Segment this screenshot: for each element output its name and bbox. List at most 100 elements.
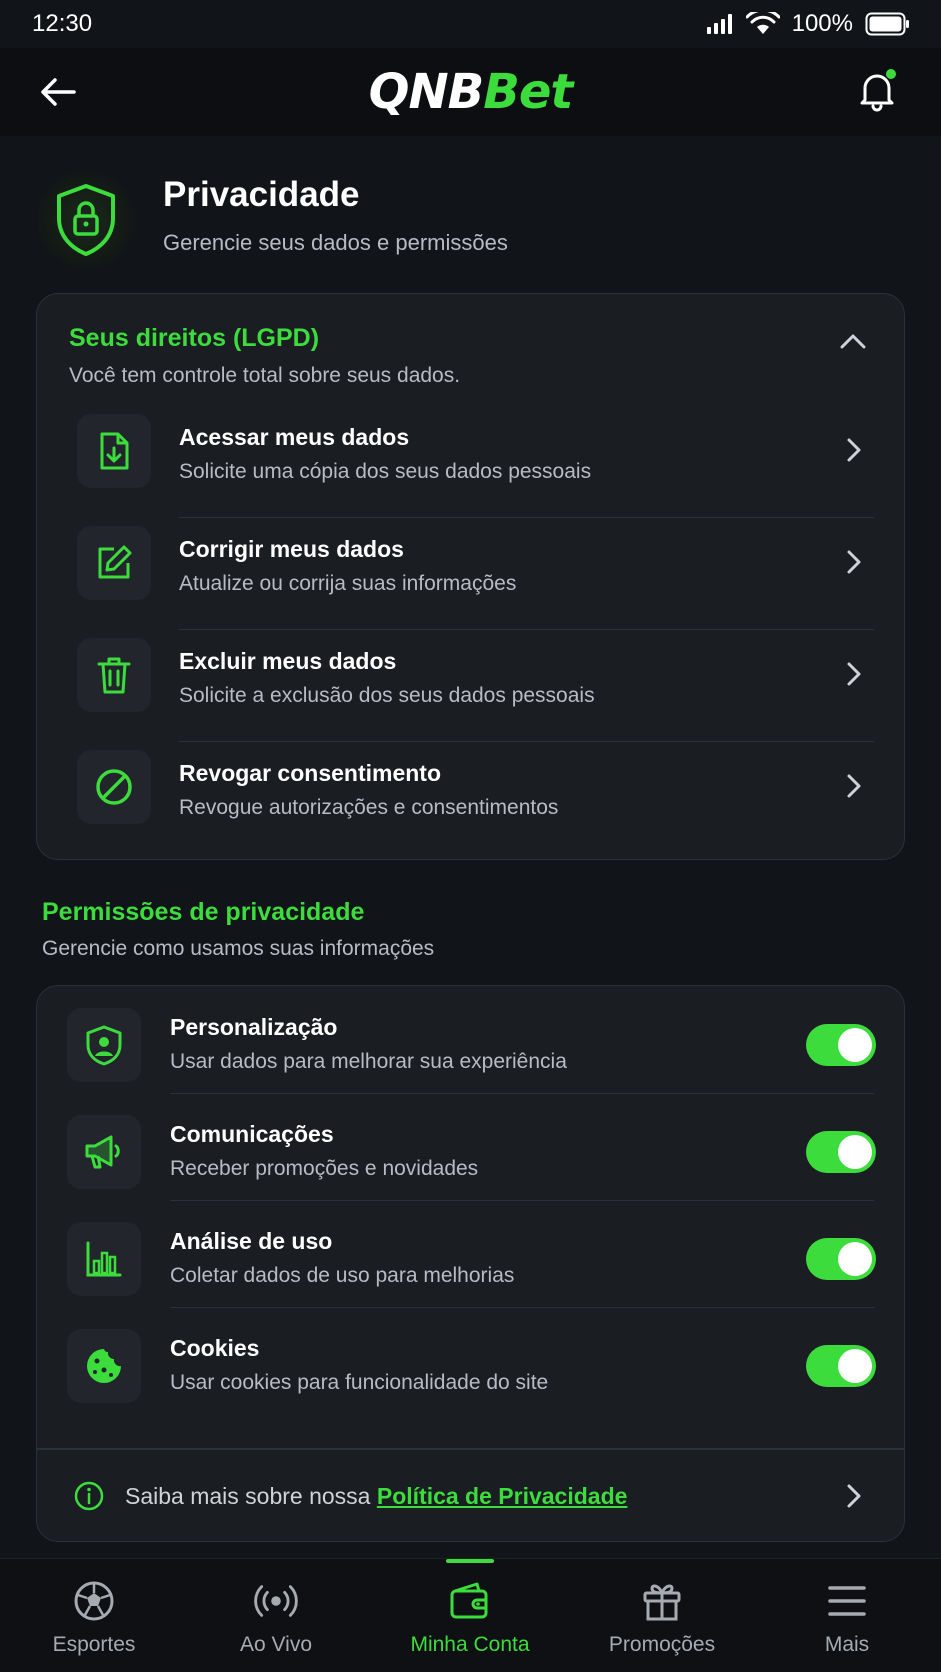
logo-text-left: QNB [368,64,485,120]
permission-title: Cookies [170,1335,260,1361]
page-header: Privacidade Gerencie seus dados e permis… [36,160,906,270]
chevron-right-icon [844,548,864,576]
menu-icon [825,1579,869,1623]
nav-item-esportes[interactable]: Esportes [0,1559,188,1672]
privacy-shield-badge [36,170,136,270]
cookie-icon [87,1349,121,1383]
toggle-knob [838,1349,872,1383]
chevron-up-icon [840,334,866,349]
permission-item-usage-analysis: Análise de uso Coletar dados de uso para… [37,1200,906,1315]
rights-item-title: Corrigir meus dados [179,536,404,562]
permission-item-personalization: Personalização Usar dados para melhorar … [37,986,906,1101]
permission-subtitle: Usar cookies para funcionalidade do site [170,1371,549,1394]
trash-icon [97,657,131,694]
privacy-policy-link[interactable]: Política de Privacidade [377,1483,628,1509]
block-icon [96,769,132,805]
nav-label: Esportes [52,1633,136,1656]
lgpd-rights-card: Seus direitos (LGPD) Você tem controle t… [36,293,905,860]
rights-item-title: Excluir meus dados [179,648,397,674]
rights-item-correct-data[interactable]: Corrigir meus dados Atualize ou corrija … [37,506,906,618]
toggle-knob [838,1242,872,1276]
battery-percentage: 100% [791,10,853,37]
arrow-left-icon [41,78,76,106]
rights-item-subtitle: Solicite a exclusão dos seus dados pesso… [179,684,595,707]
nav-item-mais[interactable]: Mais [753,1559,941,1672]
privacy-policy-row[interactable]: Saiba mais sobre nossa Política de Priva… [37,1450,906,1542]
nav-label: Minha Conta [410,1633,530,1656]
back-button[interactable] [36,70,80,114]
bell-icon [860,69,896,112]
usage-analysis-toggle[interactable] [806,1238,876,1280]
permission-icon-box [67,1115,141,1189]
permission-title: Análise de uso [170,1228,333,1254]
permissions-card: Personalização Usar dados para melhorar … [36,985,905,1542]
permission-title: Comunicações [170,1121,334,1147]
rights-item-subtitle: Atualize ou corrija suas informações [179,572,517,595]
cookies-toggle[interactable] [806,1345,876,1387]
nav-item-minha-conta[interactable]: Minha Conta [376,1559,564,1672]
soccer-ball-icon [72,1579,116,1623]
megaphone-icon [85,1135,120,1169]
file-download-icon [100,432,129,470]
toggle-knob [838,1028,872,1062]
nav-label: Mais [824,1633,870,1656]
toggle-knob [838,1135,872,1169]
rights-item-title: Revogar consentimento [179,760,441,786]
info-icon [73,1480,105,1512]
bottom-navigation: Esportes Ao Vivo Minha Conta Promoções M… [0,1558,941,1672]
permission-icon-box [67,1222,141,1296]
nav-label: Promoções [608,1633,716,1656]
rights-item-title: Acessar meus dados [179,424,410,450]
wallet-icon [448,1579,492,1623]
chevron-right-icon [844,660,864,688]
page-title: Privacidade [163,175,360,214]
status-time: 12:30 [32,10,93,37]
privacy-policy-text: Saiba mais sobre nossa Política de Priva… [125,1483,627,1510]
rights-item-icon-box [77,526,151,600]
rights-item-delete-data[interactable]: Excluir meus dados Solicite a exclusão d… [37,618,906,730]
wifi-icon [745,12,780,34]
notifications-button[interactable] [853,66,901,114]
bar-chart-icon [86,1241,122,1277]
rights-item-icon-box [77,414,151,488]
personalization-toggle[interactable] [806,1024,876,1066]
app-header: QNBBet [0,48,941,136]
brand-logo: QNBBet [368,64,574,120]
chevron-right-icon [844,1482,864,1510]
status-bar: 12:30 100% [0,0,941,48]
status-icons: 100% [706,10,911,38]
rights-title: Seus direitos (LGPD) [69,324,320,352]
rights-item-access-data[interactable]: Acessar meus dados Solicite uma cópia do… [37,394,906,506]
permissions-title: Permissões de privacidade [42,898,365,926]
privacy-policy-prefix: Saiba mais sobre nossa [125,1483,377,1509]
permission-item-communications: Comunicações Receber promoções e novidad… [37,1093,906,1208]
permission-icon-box [67,1008,141,1082]
rights-item-subtitle: Solicite uma cópia dos seus dados pessoa… [179,460,592,483]
chevron-right-icon [844,436,864,464]
nav-item-ao-vivo[interactable]: Ao Vivo [182,1559,370,1672]
rights-item-subtitle: Revogue autorizações e consentimentos [179,796,559,819]
permission-icon-box [67,1329,141,1403]
chevron-right-icon [844,772,864,800]
permissions-subtitle: Gerencie como usamos suas informações [42,937,435,960]
edit-icon [98,545,132,579]
nav-label: Ao Vivo [240,1633,312,1656]
signal-icon [706,14,732,34]
nav-item-promocoes[interactable]: Promoções [568,1559,756,1672]
live-broadcast-icon [254,1579,298,1623]
page-subtitle: Gerencie seus dados e permissões [163,230,508,255]
permission-subtitle: Coletar dados de uso para melhorias [170,1264,515,1287]
user-shield-icon [86,1025,122,1066]
collapse-button[interactable] [838,330,868,352]
logo-text-right: Bet [483,64,573,120]
communications-toggle[interactable] [806,1131,876,1173]
shield-lock-icon [57,184,115,256]
permission-subtitle: Receber promoções e novidades [170,1157,479,1180]
rights-item-icon-box [77,750,151,824]
permission-item-cookies: Cookies Usar cookies para funcionalidade… [37,1307,906,1422]
rights-subtitle: Você tem controle total sobre seus dados… [69,364,461,387]
battery-icon [865,12,909,36]
gift-icon [640,1579,684,1623]
permission-title: Personalização [170,1014,338,1040]
rights-item-revoke-consent[interactable]: Revogar consentimento Revogue autorizaçõ… [37,730,906,842]
